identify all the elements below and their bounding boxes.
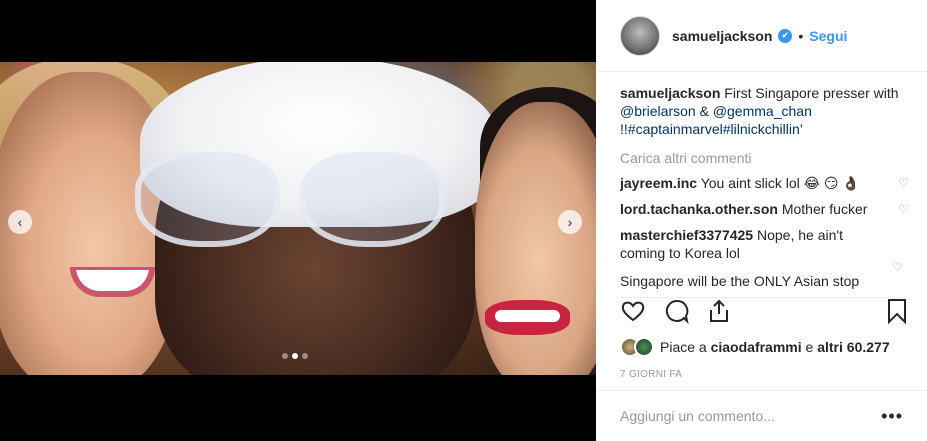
- liker-username[interactable]: ciaodaframmi: [711, 339, 802, 355]
- comment-text: You aint slick lol 😂 😏 👌🏿: [700, 175, 860, 191]
- glasses-lens-right: [300, 152, 445, 247]
- carousel-dot: [302, 353, 308, 359]
- timestamp[interactable]: 7 GIORNI FA: [620, 369, 682, 380]
- carousel-dots: [282, 353, 308, 359]
- load-more-comments-button[interactable]: Carica altri commenti: [620, 150, 910, 166]
- heart-icon[interactable]: ♡: [898, 203, 910, 215]
- like-button[interactable]: [620, 298, 646, 324]
- heart-icon[interactable]: ♡: [892, 260, 903, 274]
- previous-photo-button[interactable]: ‹: [8, 210, 32, 234]
- caption-bangs: !!: [620, 121, 628, 137]
- glasses-lens-left: [135, 152, 280, 247]
- save-button[interactable]: [884, 298, 910, 325]
- share-icon: [710, 299, 728, 322]
- comment-text: Singapore will be the ONLY Asian stop: [620, 273, 860, 289]
- bookmark-icon: [888, 299, 906, 325]
- mention-link[interactable]: @gemma_chan: [713, 103, 812, 119]
- media-pane: ‹ ›: [0, 0, 596, 441]
- heart-icon[interactable]: ♡: [898, 177, 910, 189]
- comment-row: lord.tachanka.other.son Mother fucker ♡: [620, 200, 910, 218]
- header-separator: •: [798, 27, 804, 44]
- comment-row: Singapore will be the ONLY Asian stop: [620, 272, 910, 289]
- carousel-dot: [282, 353, 288, 359]
- comment-row: jayreem.inc You aint slick lol 😂 😏 👌🏿 ♡: [620, 174, 910, 192]
- liker-avatar[interactable]: [634, 337, 654, 357]
- heart-icon: [621, 301, 645, 322]
- carousel-dot-active: [292, 353, 298, 359]
- likes-text: Piace a ciaodaframmi e altri 60.277: [660, 339, 890, 355]
- comment-username[interactable]: jayreem.inc: [620, 175, 697, 191]
- caption-text: First Singapore presser with: [724, 85, 899, 101]
- comment-row: masterchief3377425 Nope, he ain't coming…: [620, 226, 910, 262]
- comment-input[interactable]: [620, 408, 882, 424]
- caption-username[interactable]: samueljackson: [620, 85, 720, 101]
- comment-icon: [665, 299, 689, 325]
- likes-prefix: Piace a: [660, 339, 707, 355]
- action-bar: [620, 297, 910, 327]
- header-username[interactable]: samueljackson: [672, 28, 772, 44]
- post-photo[interactable]: [0, 62, 596, 375]
- chevron-right-icon: ›: [567, 214, 573, 230]
- caption: samueljackson First Singapore presser wi…: [620, 84, 910, 138]
- chevron-left-icon: ‹: [17, 214, 23, 230]
- comment-username[interactable]: lord.tachanka.other.son: [620, 201, 778, 217]
- hashtag-link[interactable]: #captainmarvel: [628, 121, 723, 137]
- add-comment-bar: •••: [596, 390, 927, 441]
- next-photo-button[interactable]: ›: [558, 210, 582, 234]
- more-options-icon[interactable]: •••: [881, 406, 903, 427]
- likes-summary: Piace a ciaodaframmi e altri 60.277: [620, 335, 890, 359]
- follow-button[interactable]: Segui: [809, 28, 847, 44]
- photo-glasses: [135, 152, 455, 262]
- mention-link[interactable]: @brielarson: [620, 103, 696, 119]
- likes-conj: e: [805, 339, 814, 355]
- caption-trail: ’: [799, 121, 803, 137]
- share-button[interactable]: [706, 298, 732, 324]
- comment-button[interactable]: [664, 298, 690, 325]
- post-header: samueljackson ✔ • Segui: [596, 0, 927, 72]
- verified-badge-icon: ✔: [778, 28, 793, 43]
- likes-others-count[interactable]: altri 60.277: [817, 339, 889, 355]
- avatar[interactable]: [620, 15, 660, 56]
- hashtag-link[interactable]: #lilnickchillin: [723, 121, 800, 137]
- comments-list: samueljackson First Singapore presser wi…: [620, 84, 910, 289]
- post-panel: samueljackson ✔ • Segui samueljackson Fi…: [596, 0, 927, 441]
- caption-amp: &: [699, 103, 709, 119]
- photo-teeth-right: [495, 310, 560, 322]
- comment-username[interactable]: masterchief3377425: [620, 227, 753, 243]
- comment-text: Mother fucker: [781, 201, 868, 217]
